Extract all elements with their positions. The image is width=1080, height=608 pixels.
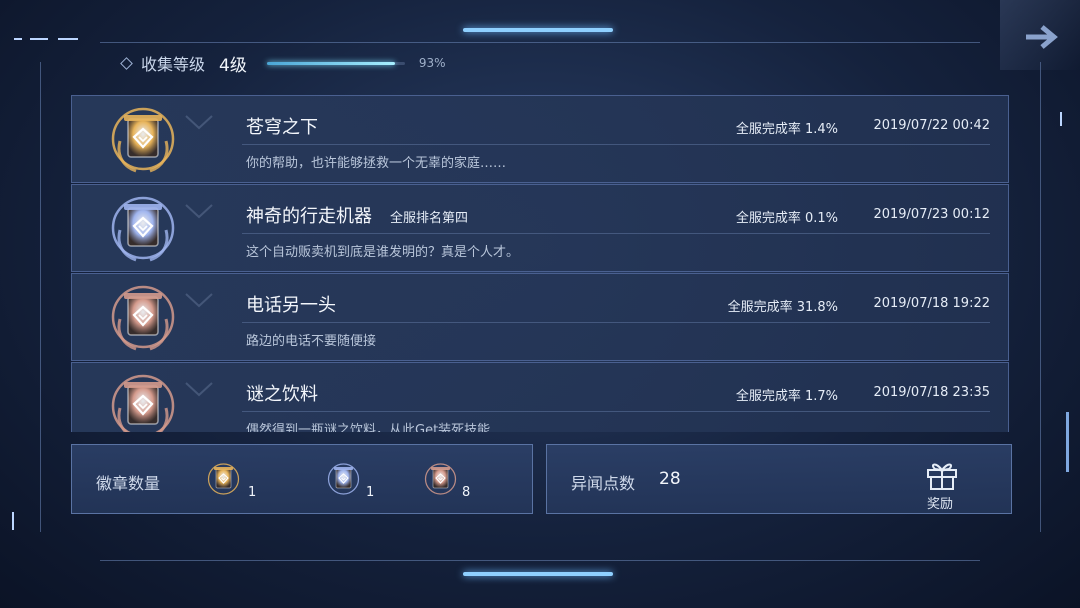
completion-rate: 全服完成率 1.4% [735, 122, 838, 137]
reward-label: 奖励 [927, 497, 954, 512]
achievement-description: 偶然得到一瓶谜之饮料，从此Get装死技能 [246, 423, 491, 432]
achievement-row[interactable]: 苍穹之下 你的帮助，也许能够拯救一个无辜的家庭…… 全服完成率 1.4% 201… [71, 95, 1009, 183]
corner-tick [30, 38, 48, 40]
points-label: 异闻点数 [571, 474, 636, 493]
chevron-icon [185, 204, 213, 219]
right-frame-line [1040, 62, 1041, 532]
collection-level-bar: 收集等级 4级 93% [120, 50, 446, 76]
badge-count-panel: 徽章数量 1 1 8 [71, 444, 533, 514]
silver-badge-mini-icon [327, 463, 360, 495]
chevron-icon [185, 115, 213, 130]
achievement-row[interactable]: 神奇的行走机器 全服排名第四 这个自动贩卖机到底是谁发明的？真是个人才。 全服完成… [71, 184, 1009, 272]
bronze-badge-icon [111, 285, 175, 351]
row-divider [242, 144, 990, 145]
bottom-glow-bar [463, 572, 613, 576]
bottom-frame-line [100, 560, 980, 561]
achievement-title: 电话另一头 [246, 295, 336, 316]
completion-rate: 全服完成率 1.7% [735, 389, 838, 404]
points-value: 28 [659, 469, 681, 489]
achievement-date: 2019/07/22 00:42 [873, 118, 990, 133]
gold-badge-icon [111, 107, 175, 173]
achievement-row[interactable]: 电话另一头 路边的电话不要随便接 全服完成率 31.8% 2019/07/18 … [71, 273, 1009, 361]
corner-tick [58, 38, 78, 40]
left-frame-line [40, 62, 41, 532]
badge-count-label: 徽章数量 [96, 474, 161, 493]
side-tick [1066, 412, 1069, 472]
collection-level-label: 收集等级 [141, 55, 206, 74]
achievement-description: 路边的电话不要随便接 [246, 334, 377, 349]
collection-progress-text: 93% [418, 56, 446, 70]
achievement-rank: 全服排名第四 [390, 211, 469, 226]
diamond-icon [120, 56, 133, 70]
row-divider [242, 233, 990, 234]
achievement-date: 2019/07/23 00:12 [873, 207, 990, 222]
reward-button[interactable]: 奖励 [917, 449, 977, 512]
achievement-title: 苍穹之下 [246, 117, 318, 138]
silver-badge-icon [111, 196, 175, 262]
achievement-title: 谜之饮料 [246, 384, 318, 405]
collection-level-value: 4级 [219, 55, 247, 76]
top-frame-line [100, 42, 980, 43]
completion-rate: 全服完成率 0.1% [735, 211, 838, 226]
row-divider [242, 411, 990, 412]
collection-progress-track [266, 61, 405, 65]
points-panel: 异闻点数 28 奖励 [546, 444, 1012, 514]
top-glow-bar [463, 28, 613, 32]
gift-icon [927, 463, 957, 490]
bronze-badge-count: 8 [462, 485, 471, 500]
chevron-icon [185, 293, 213, 308]
bronze-badge-icon [111, 374, 175, 432]
gold-badge-mini-icon [207, 463, 240, 495]
side-tick [1060, 112, 1062, 126]
bronze-badge-mini-icon [424, 463, 457, 495]
achievement-list[interactable]: 苍穹之下 你的帮助，也许能够拯救一个无辜的家庭…… 全服完成率 1.4% 201… [71, 95, 1009, 432]
forward-arrow-button[interactable] [1000, 0, 1080, 70]
collection-progress-fill [266, 61, 396, 65]
corner-tick [14, 38, 22, 40]
achievement-date: 2019/07/18 19:22 [873, 296, 990, 311]
row-divider [242, 322, 990, 323]
chevron-icon [185, 382, 213, 397]
achievement-row[interactable]: 谜之饮料 偶然得到一瓶谜之饮料，从此Get装死技能 全服完成率 1.7% 201… [71, 362, 1009, 432]
achievement-date: 2019/07/18 23:35 [873, 385, 990, 400]
side-tick [12, 512, 14, 530]
achievement-description: 你的帮助，也许能够拯救一个无辜的家庭…… [246, 156, 507, 171]
gold-badge-count: 1 [248, 485, 257, 500]
forward-arrow-icon [1026, 25, 1058, 49]
completion-rate: 全服完成率 31.8% [727, 300, 838, 315]
achievement-description: 这个自动贩卖机到底是谁发明的？真是个人才。 [246, 245, 520, 260]
achievement-title: 神奇的行走机器 全服排名第四 [246, 206, 469, 227]
silver-badge-count: 1 [366, 485, 375, 500]
